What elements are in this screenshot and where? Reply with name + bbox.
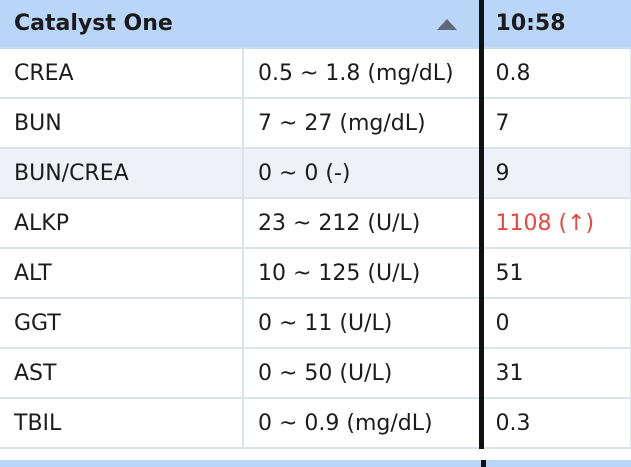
column-divider (481, 460, 486, 467)
table-row[interactable]: CREA 0.5 ~ 1.8 (mg/dL) 0.8 (0, 48, 631, 99)
results-table: Catalyst One 10:58 CREA 0.5 ~ 1.8 (mg/dL)… (0, 0, 631, 449)
sort-ascending-icon[interactable] (436, 19, 457, 30)
result-value-cell: 0.3 (478, 398, 631, 449)
result-value-cell: 0 (478, 298, 631, 349)
analyzer-header-cell[interactable]: Catalyst One (0, 0, 482, 49)
table-row[interactable]: AST 0 ~ 50 (U/L) 31 (0, 348, 631, 399)
table-row[interactable]: TBIL 0 ~ 0.9 (mg/dL) 0.3 (0, 398, 631, 449)
reference-range-cell: 0 ~ 0 (-) (243, 148, 483, 199)
reference-range-cell: 7 ~ 27 (mg/dL) (243, 98, 483, 149)
reference-range-cell: 23 ~ 212 (U/L) (243, 198, 483, 249)
table-row[interactable]: ALKP 23 ~ 212 (U/L) 1108 (↑) (0, 198, 631, 249)
table-row[interactable]: GGT 0 ~ 11 (U/L) 0 (0, 298, 631, 349)
reference-range-cell: 0 ~ 11 (U/L) (243, 298, 483, 349)
results-table-body: Catalyst One 10:58 CREA 0.5 ~ 1.8 (mg/dL)… (0, 0, 631, 449)
test-name-cell: AST (0, 348, 244, 399)
result-value-cell: 51 (478, 248, 631, 299)
test-name-cell: ALT (0, 248, 244, 299)
test-name-cell: ALKP (0, 198, 244, 249)
result-value-cell: 31 (478, 348, 631, 399)
analyzer-title: Catalyst One (14, 11, 173, 36)
time-header-cell: 10:58 (478, 0, 631, 49)
reference-range-cell: 0.5 ~ 1.8 (mg/dL) (243, 48, 483, 99)
test-name-cell: BUN (0, 98, 244, 149)
result-time: 10:58 (495, 11, 566, 36)
table-row[interactable]: BUN/CREA 0 ~ 0 (-) 9 (0, 148, 631, 199)
test-name-cell: BUN/CREA (0, 148, 244, 199)
test-name-cell: CREA (0, 48, 244, 99)
reference-range-cell: 10 ~ 125 (U/L) (243, 248, 483, 299)
result-value-cell: 9 (478, 148, 631, 199)
reference-range-cell: 0 ~ 50 (U/L) (243, 348, 483, 399)
lab-results-panel: Catalyst One 10:58 CREA 0.5 ~ 1.8 (mg/dL)… (0, 0, 631, 467)
table-row[interactable]: ALT 10 ~ 125 (U/L) 51 (0, 248, 631, 299)
result-value-cell: 0.8 (478, 48, 631, 99)
footer-header-bar (0, 460, 631, 467)
test-name-cell: TBIL (0, 398, 244, 449)
reference-range-cell: 0 ~ 0.9 (mg/dL) (243, 398, 483, 449)
result-value-cell: 7 (478, 98, 631, 149)
table-header-row: Catalyst One 10:58 (0, 0, 631, 49)
test-name-cell: GGT (0, 298, 244, 349)
table-row[interactable]: BUN 7 ~ 27 (mg/dL) 7 (0, 98, 631, 149)
result-value-high-cell: 1108 (↑) (478, 198, 631, 249)
